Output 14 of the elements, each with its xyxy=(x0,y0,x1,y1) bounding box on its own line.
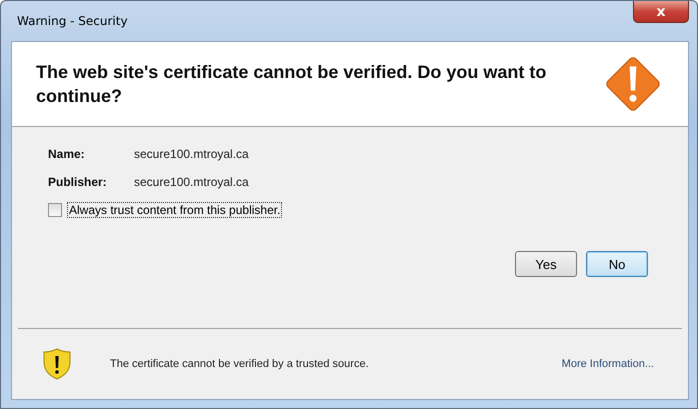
dialog-button[interactable]: No xyxy=(586,251,648,277)
more-information-link[interactable]: More Information... xyxy=(562,358,654,370)
field-value: secure100.mtroyal.ca xyxy=(134,147,249,161)
field-label: Publisher: xyxy=(48,175,108,189)
footer-message: The certificate cannot be verified by a trusted source. xyxy=(110,358,370,370)
dialog-button[interactable]: Yes xyxy=(515,251,577,277)
warning-message: The web site's certificate cannot be verified. Do you want to continue? xyxy=(36,61,548,108)
field-value: secure100.mtroyal.ca xyxy=(134,175,249,189)
checkbox-label[interactable]: Always trust content from this publisher. xyxy=(68,203,282,217)
window-title: Warning - Security xyxy=(16,14,128,28)
checkbox[interactable] xyxy=(48,203,62,217)
shield-warning-icon xyxy=(42,347,72,381)
field-label: Name: xyxy=(48,147,86,161)
close-button[interactable]: x xyxy=(633,1,689,23)
